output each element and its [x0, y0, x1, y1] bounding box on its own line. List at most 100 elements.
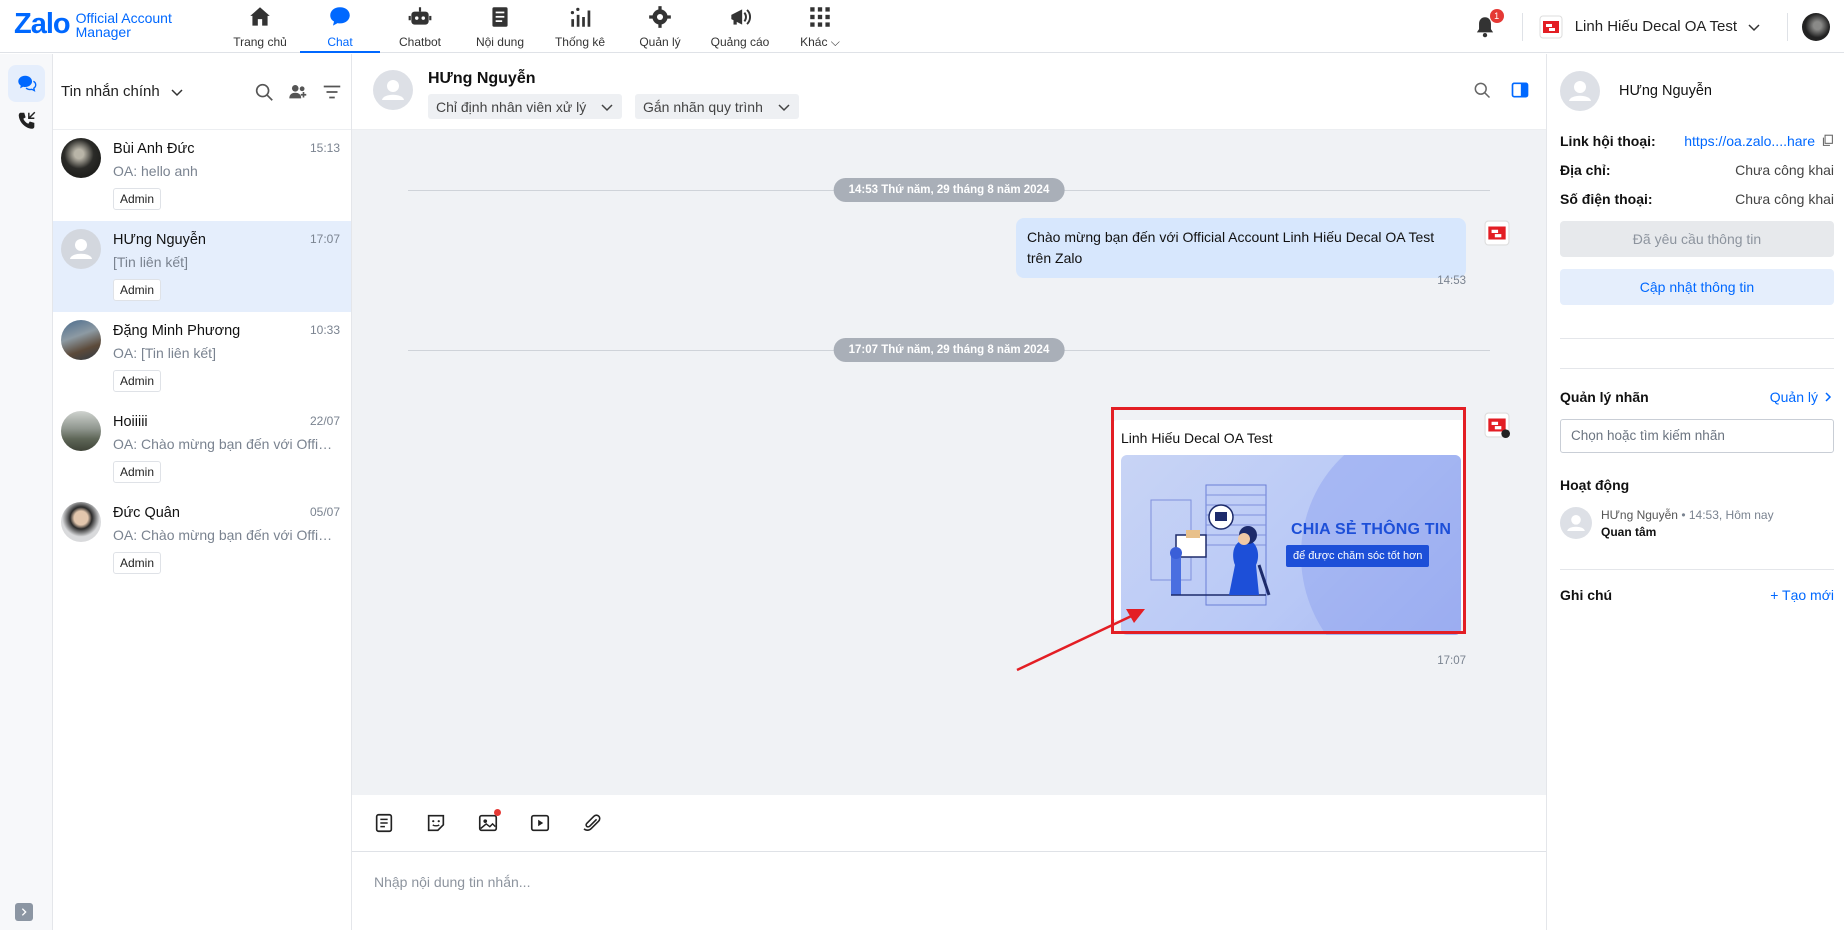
nav-manage[interactable]: Quản lý	[620, 0, 700, 53]
top-navbar: Zalo Official Account Manager Trang chủ …	[0, 0, 1844, 53]
add-user-icon[interactable]	[287, 81, 309, 103]
left-rail	[0, 54, 53, 930]
create-note-link[interactable]: + Tạo mới	[1770, 587, 1834, 603]
conversation-item[interactable]: HƯng Nguyễn 17:07 [Tin liên kết] Admin	[53, 221, 351, 312]
conversation-item[interactable]: Hoiiiii 22/07 OA: Chào mừng bạn đến với …	[53, 403, 351, 494]
attach-button[interactable]	[581, 812, 603, 834]
video-icon	[530, 814, 550, 832]
nav-ads[interactable]: Quảng cáo	[700, 0, 780, 53]
message-input[interactable]: Nhập nội dung tin nhắn...	[352, 852, 1546, 912]
nav-chatbot[interactable]: Chatbot	[380, 0, 460, 53]
search-icon[interactable]	[1472, 80, 1492, 100]
contact-avatar[interactable]	[1560, 71, 1600, 111]
conversation-tag: Admin	[113, 279, 162, 301]
notification-button[interactable]: 1	[1472, 8, 1504, 40]
tag-search-input[interactable]: Chọn hoặc tìm kiếm nhãn	[1560, 419, 1834, 453]
robot-icon	[408, 7, 432, 25]
nav-stats-label: Thống kê	[554, 35, 606, 49]
chevron-down-icon	[778, 103, 790, 111]
copy-icon[interactable]	[1821, 134, 1834, 147]
date-label: 17:07 Thứ năm, 29 tháng 8 năm 2024	[833, 338, 1065, 362]
avatar	[61, 229, 101, 269]
message-bubble[interactable]: Chào mừng bạn đến với Official Account L…	[1016, 218, 1466, 278]
search-icon[interactable]	[253, 81, 275, 103]
nav-more-label: Khác ⌵	[800, 35, 840, 49]
image-button[interactable]	[477, 809, 501, 834]
process-tag-dropdown[interactable]: Gắn nhãn quy trình	[635, 94, 799, 119]
chevron-down-icon	[1748, 23, 1760, 31]
grid-icon	[810, 7, 830, 27]
conversation-tag: Admin	[113, 188, 162, 210]
conversation-last-message: OA: Chào mừng bạn đến với Official Accou…	[113, 527, 333, 543]
filter-icon[interactable]	[321, 81, 343, 103]
chat-bubbles-icon	[17, 75, 36, 92]
user-avatar[interactable]	[1802, 12, 1830, 41]
contact-details: Link hội thoại: https://oa.zalo....hare …	[1560, 126, 1834, 213]
phone-call-icon	[18, 111, 35, 129]
conversation-item[interactable]: Bùi Anh Đức 15:13 OA: hello anh Admin	[53, 130, 351, 221]
header-right: 1 Linh Hiếu Decal OA Test	[1472, 0, 1844, 53]
notes-section: Ghi chú + Tạo mới	[1560, 587, 1834, 603]
zalo-oa-logo[interactable]: Zalo Official Account Manager	[14, 8, 172, 41]
nav-home[interactable]: Trang chủ	[220, 0, 300, 53]
conversation-item[interactable]: Đức Quân 05/07 OA: Chào mừng bạn đến với…	[53, 494, 351, 585]
video-button[interactable]	[529, 812, 551, 834]
conversation-link[interactable]: https://oa.zalo....hare	[1684, 133, 1834, 149]
activity-actor: HƯng Nguyễn	[1601, 508, 1678, 522]
nav-content[interactable]: Nội dung	[460, 0, 540, 53]
nav-stats[interactable]: Thống kê	[540, 0, 620, 53]
oa-switcher[interactable]: Linh Hiếu Decal OA Test	[1539, 15, 1761, 39]
megaphone-icon	[731, 9, 751, 25]
chevron-down-icon: ⌵	[830, 35, 840, 49]
message-filter-dropdown[interactable]: Tin nhắn chính	[61, 83, 184, 100]
message-composer: Nhập nội dung tin nhắn...	[352, 795, 1546, 930]
message-filter-label: Tin nhắn chính	[61, 83, 160, 100]
conversation-link-row: Link hội thoại: https://oa.zalo....hare	[1560, 126, 1834, 155]
highlight-box	[1111, 407, 1466, 634]
notes-title: Ghi chú	[1560, 587, 1613, 603]
message-area: 14:53 Thứ năm, 29 tháng 8 năm 2024 Chào …	[352, 130, 1546, 795]
info-requested-button: Đã yêu cầu thông tin	[1560, 221, 1834, 257]
composer-toolbar	[352, 795, 1546, 852]
divider	[1560, 368, 1834, 369]
manage-tags-link[interactable]: Quản lý	[1770, 389, 1834, 405]
chevron-down-icon	[601, 103, 613, 111]
contact-avatar[interactable]	[373, 70, 413, 110]
conversation-item[interactable]: Đặng Minh Phương 10:33 OA: [Tin liên kết…	[53, 312, 351, 403]
notification-badge: 1	[1489, 8, 1504, 23]
conversation-name: Hoiiiii	[113, 414, 148, 430]
rail-messages-button[interactable]	[8, 65, 45, 102]
conversation-tools	[253, 81, 343, 103]
template-button[interactable]	[373, 812, 395, 834]
paperclip-icon	[583, 814, 601, 831]
activity-meta: HƯng Nguyễn • 14:53, Hôm nay	[1601, 508, 1774, 522]
conversation-name: Đức Quân	[113, 505, 180, 521]
expand-rail-button[interactable]	[15, 903, 33, 921]
avatar	[61, 138, 101, 178]
chevron-right-icon	[21, 908, 27, 916]
phone-row: Số điện thoại: Chưa công khai	[1560, 184, 1834, 213]
contact-info-panel: HƯng Nguyễn Link hội thoại: https://oa.z…	[1546, 54, 1844, 930]
address-value: Chưa công khai	[1735, 161, 1834, 178]
conversation-name: HƯng Nguyễn	[113, 232, 206, 248]
contact-profile: HƯng Nguyễn	[1560, 64, 1834, 118]
conversation-last-message: OA: Chào mừng bạn đến với Official Accou…	[113, 436, 333, 452]
toggle-side-panel-icon[interactable]	[1510, 80, 1530, 100]
sticker-button[interactable]	[425, 812, 447, 834]
template-icon	[375, 813, 393, 833]
annotation-arrow	[1016, 609, 1145, 672]
conversation-last-message: OA: [Tin liên kết]	[113, 345, 216, 361]
rail-calls-button[interactable]	[8, 102, 45, 139]
divider	[1787, 12, 1788, 41]
avatar	[61, 502, 101, 542]
default-avatar-icon	[1569, 81, 1591, 101]
address-row: Địa chỉ: Chưa công khai	[1560, 155, 1834, 184]
nav-home-label: Trang chủ	[233, 35, 287, 49]
update-info-button[interactable]: Cập nhật thông tin	[1560, 269, 1834, 305]
nav-chat[interactable]: Chat	[300, 0, 380, 53]
default-avatar-icon	[382, 80, 404, 100]
assign-agent-dropdown[interactable]: Chỉ định nhân viên xử lý	[428, 94, 623, 119]
activity-item: HƯng Nguyễn • 14:53, Hôm nay Quan tâm	[1560, 507, 1834, 541]
nav-more[interactable]: Khác ⌵	[780, 0, 860, 53]
divider	[1560, 338, 1834, 339]
